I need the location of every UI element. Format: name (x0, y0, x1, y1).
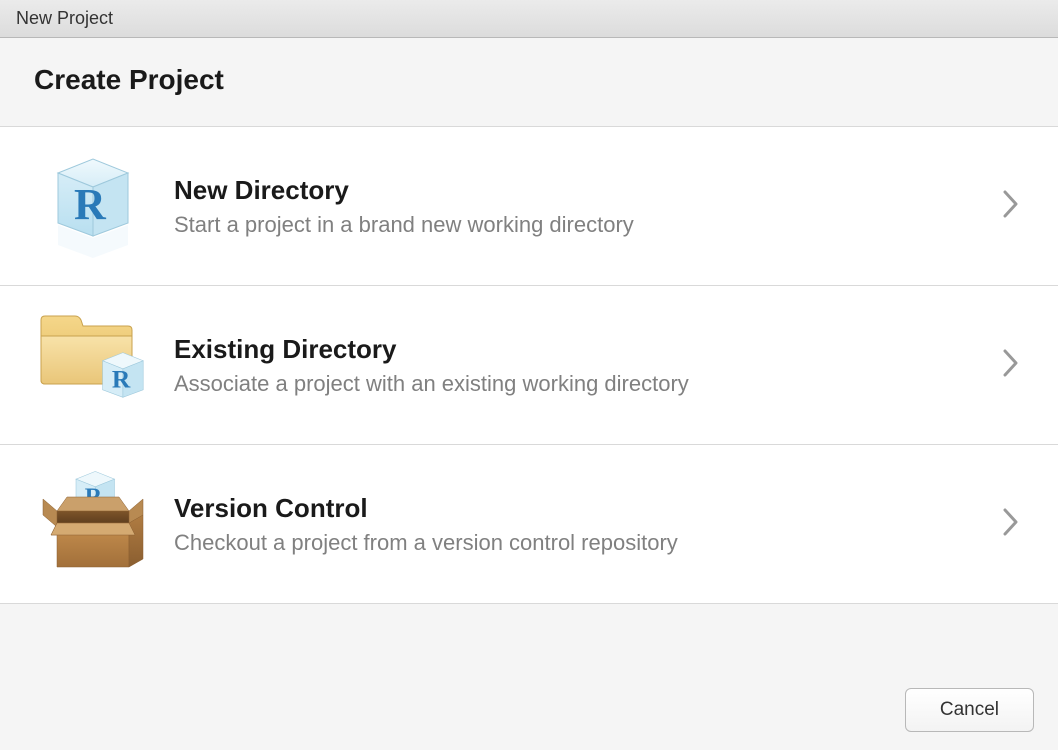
folder-r-cube-icon: R (28, 310, 158, 420)
chevron-right-icon (1002, 190, 1028, 223)
cancel-button[interactable]: Cancel (905, 688, 1034, 732)
option-title: New Directory (174, 175, 1002, 206)
box-r-cube-icon: R (28, 469, 158, 579)
option-desc: Start a project in a brand new working d… (174, 212, 1002, 238)
r-cube-icon: R (28, 151, 158, 261)
option-text: Existing Directory Associate a project w… (158, 334, 1002, 397)
dialog-header: Create Project (0, 38, 1058, 127)
option-title: Version Control (174, 493, 1002, 524)
option-text: New Directory Start a project in a brand… (158, 175, 1002, 238)
option-new-directory[interactable]: R New Directory Start a project in a bra… (0, 127, 1058, 286)
option-text: Version Control Checkout a project from … (158, 493, 1002, 556)
option-title: Existing Directory (174, 334, 1002, 365)
chevron-right-icon (1002, 349, 1028, 382)
window-title: New Project (16, 8, 113, 28)
option-existing-directory[interactable]: R Existing Directory Associate a project… (0, 286, 1058, 445)
svg-text:R: R (112, 364, 131, 393)
svg-text:R: R (74, 180, 107, 229)
option-desc: Associate a project with an existing wor… (174, 371, 1002, 397)
options-list: R New Directory Start a project in a bra… (0, 127, 1058, 604)
option-version-control[interactable]: R Version Control (0, 445, 1058, 604)
window-titlebar: New Project (0, 0, 1058, 38)
page-title: Create Project (34, 64, 1024, 96)
chevron-right-icon (1002, 508, 1028, 541)
option-desc: Checkout a project from a version contro… (174, 530, 1002, 556)
dialog-footer: Cancel (0, 672, 1058, 750)
